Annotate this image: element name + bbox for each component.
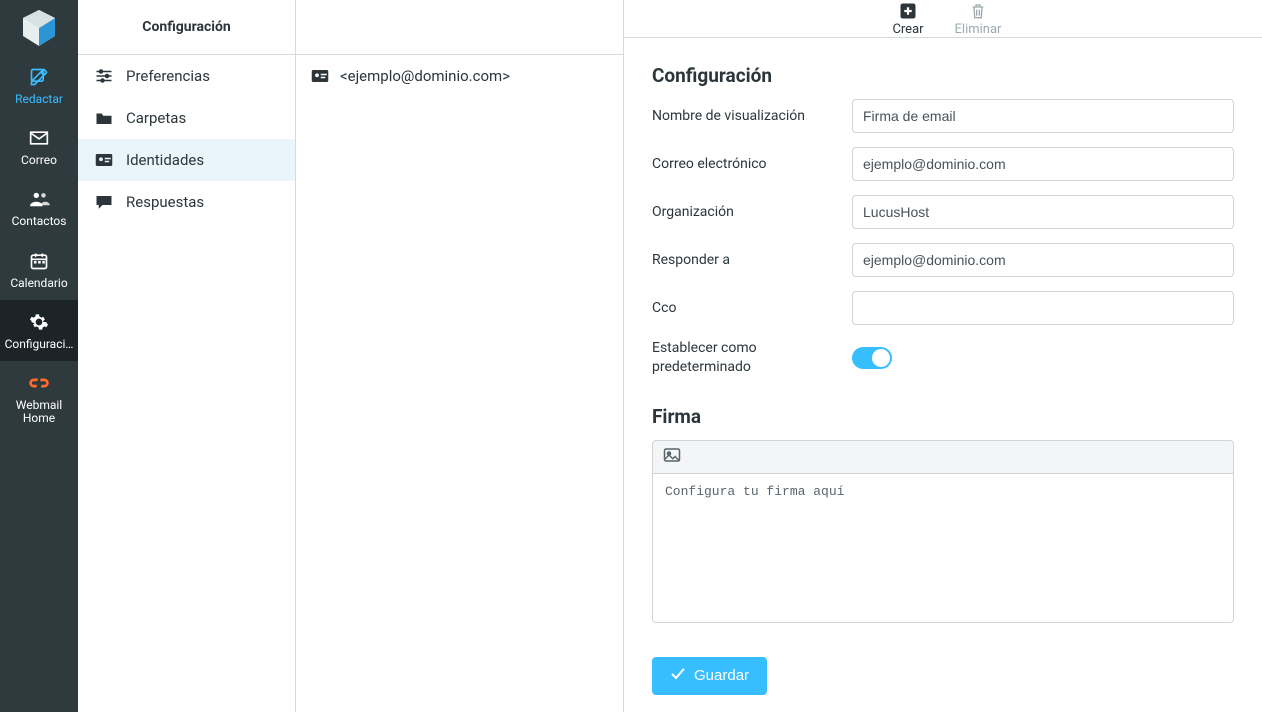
main-sidebar: Redactar Correo Contactos bbox=[0, 0, 78, 712]
section-identities[interactable]: Identidades bbox=[78, 139, 295, 181]
sliders-icon bbox=[94, 68, 114, 84]
section-heading-config: Configuración bbox=[652, 64, 1234, 87]
bcc-label: Cco bbox=[652, 299, 852, 318]
id-card-icon bbox=[94, 152, 114, 168]
calendar-icon bbox=[29, 249, 49, 273]
section-preferences[interactable]: Preferencias bbox=[78, 55, 295, 97]
nav-calendar-label: Calendario bbox=[10, 277, 67, 290]
bcc-input[interactable] bbox=[852, 291, 1234, 325]
section-responses[interactable]: Respuestas bbox=[78, 181, 295, 223]
contacts-icon bbox=[28, 187, 50, 211]
content-toolbar: Crear Eliminar bbox=[624, 0, 1262, 38]
identities-list: <ejemplo@dominio.com> bbox=[296, 0, 624, 712]
signature-textarea[interactable] bbox=[652, 473, 1234, 623]
section-heading-signature: Firma bbox=[652, 405, 1234, 428]
nav-compose[interactable]: Redactar bbox=[0, 55, 78, 116]
organization-input[interactable] bbox=[852, 195, 1234, 229]
folder-icon bbox=[94, 110, 114, 126]
identity-item[interactable]: <ejemplo@dominio.com> bbox=[296, 55, 623, 97]
nav-mail-label: Correo bbox=[21, 154, 57, 167]
identity-form-panel: Crear Eliminar Configuración Nombre de v… bbox=[624, 0, 1262, 712]
signature-toolbar bbox=[652, 440, 1234, 473]
nav-webmail-home-label: WebmailHome bbox=[16, 399, 62, 425]
section-folders[interactable]: Carpetas bbox=[78, 97, 295, 139]
section-preferences-label: Preferencias bbox=[126, 67, 210, 85]
section-responses-label: Respuestas bbox=[126, 193, 204, 211]
app-logo bbox=[0, 0, 78, 55]
image-icon[interactable] bbox=[663, 447, 681, 467]
section-identities-label: Identidades bbox=[126, 151, 204, 169]
email-label: Correo electrónico bbox=[652, 155, 852, 174]
reply-to-label: Responder a bbox=[652, 251, 852, 270]
default-toggle[interactable] bbox=[852, 347, 892, 369]
reply-to-input[interactable] bbox=[852, 243, 1234, 277]
gear-icon bbox=[29, 310, 49, 334]
nav-compose-label: Redactar bbox=[15, 93, 63, 106]
create-button-label: Crear bbox=[892, 22, 923, 37]
delete-button-label: Eliminar bbox=[955, 22, 1002, 37]
default-label: Establecer como predetermina­do bbox=[652, 339, 852, 377]
identity-item-label: <ejemplo@dominio.com> bbox=[340, 67, 510, 85]
nav-settings[interactable]: Configuraci… bbox=[0, 300, 78, 361]
section-folders-label: Carpetas bbox=[126, 109, 186, 127]
compose-icon bbox=[29, 65, 49, 89]
id-card-icon bbox=[310, 69, 330, 83]
nav-contacts[interactable]: Contactos bbox=[0, 177, 78, 238]
email-input[interactable] bbox=[852, 147, 1234, 181]
trash-icon bbox=[970, 0, 986, 22]
nav-webmail-home[interactable]: WebmailHome bbox=[0, 361, 78, 435]
nav-calendar[interactable]: Calendario bbox=[0, 239, 78, 300]
speech-bubble-icon bbox=[94, 194, 114, 210]
delete-button: Eliminar bbox=[953, 0, 1003, 37]
check-icon bbox=[670, 667, 686, 685]
save-button-label: Guardar bbox=[694, 667, 749, 684]
nav-contacts-label: Contactos bbox=[12, 215, 67, 228]
cpanel-icon bbox=[28, 371, 50, 395]
identities-header bbox=[296, 0, 623, 55]
display-name-input[interactable] bbox=[852, 99, 1234, 133]
plus-square-icon bbox=[899, 0, 917, 22]
save-button[interactable]: Guardar bbox=[652, 657, 767, 695]
organization-label: Organización bbox=[652, 203, 852, 222]
display-name-label: Nombre de visualización bbox=[652, 107, 852, 126]
create-button[interactable]: Crear bbox=[883, 0, 933, 37]
toggle-knob bbox=[872, 349, 890, 367]
settings-title: Configuración bbox=[78, 0, 295, 55]
nav-mail[interactable]: Correo bbox=[0, 116, 78, 177]
nav-settings-label: Configuraci… bbox=[5, 338, 74, 351]
mail-icon bbox=[29, 126, 49, 150]
settings-sections: Configuración Preferencias Carpetas bbox=[78, 0, 296, 712]
